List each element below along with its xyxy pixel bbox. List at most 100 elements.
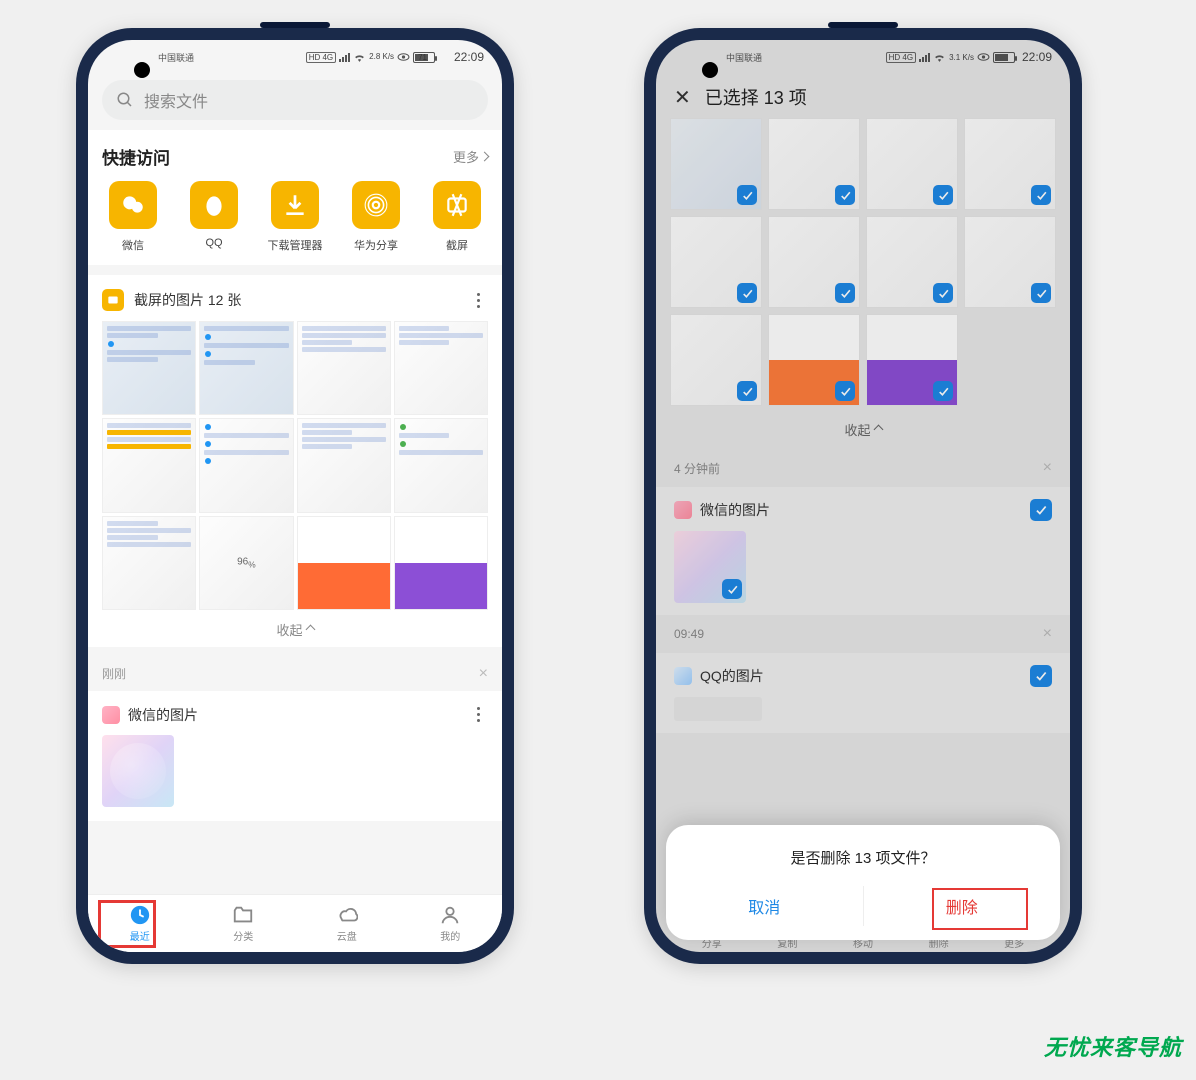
- selection-header: ✕ 已选择 13 项: [656, 74, 1070, 118]
- status-bar: 中国联通 HD 4G 2.8 K/s 71 22:09: [88, 40, 502, 74]
- net-speed: 2.8 K/s: [369, 53, 394, 61]
- screen-right: 中国联通 HD 4G 3.1 K/s 22:09 ✕ 已选择 13 项: [656, 40, 1070, 952]
- thumbnail-grid: 96%: [102, 321, 488, 610]
- thumbnail[interactable]: [102, 418, 196, 512]
- thumbnail-selected[interactable]: [768, 118, 860, 210]
- screenshots-title: 截屏的图片 12 张: [134, 290, 458, 310]
- thumbnail[interactable]: [102, 321, 196, 415]
- thumbnail[interactable]: [674, 697, 762, 721]
- qa-item-wechat[interactable]: 微信: [102, 181, 164, 253]
- bottom-tab-bar: 最近 分类 云盘 我的: [88, 894, 502, 952]
- download-folder-icon: [271, 181, 319, 229]
- net-badge: HD 4G: [306, 52, 336, 63]
- confirm-sheet: 是否删除 13 项文件？ 取消 删除: [666, 825, 1060, 940]
- check-icon: [933, 381, 953, 401]
- check-icon: [835, 185, 855, 205]
- dismiss-icon[interactable]: ×: [1043, 625, 1052, 643]
- camera-hole: [134, 62, 150, 78]
- quick-access-more[interactable]: 更多: [453, 147, 488, 166]
- check-icon: [722, 579, 742, 599]
- tab-recent[interactable]: 最近: [88, 895, 192, 952]
- thumbnail[interactable]: [394, 516, 488, 610]
- thumbnail[interactable]: [297, 516, 391, 610]
- dismiss-icon[interactable]: ×: [479, 665, 488, 683]
- signal-icon: [339, 52, 350, 62]
- share-folder-icon: [352, 181, 400, 229]
- carrier: 中国联通: [726, 51, 762, 64]
- camera-hole: [702, 62, 718, 78]
- thumbnail-selected[interactable]: [866, 118, 958, 210]
- check-icon: [835, 381, 855, 401]
- thumbnail-selected[interactable]: [674, 531, 746, 603]
- wechat-title: 微信的图片: [128, 705, 460, 725]
- speaker-slot: [260, 22, 330, 28]
- wechat-badge-icon: [102, 706, 120, 724]
- qa-item-downloads[interactable]: 下载管理器: [264, 181, 326, 253]
- eye-icon: [397, 52, 410, 62]
- dismiss-icon[interactable]: ×: [1043, 459, 1052, 477]
- selection-grid: [656, 118, 1070, 406]
- thumbnail-selected[interactable]: [866, 216, 958, 308]
- thumbnail[interactable]: [102, 735, 174, 807]
- kebab-menu[interactable]: [468, 707, 488, 722]
- selection-title: 已选择 13 项: [705, 84, 807, 110]
- section-check[interactable]: [1030, 499, 1052, 521]
- collapse-toggle[interactable]: 收起: [102, 610, 488, 639]
- quick-access-title: 快捷访问: [102, 144, 170, 169]
- thumbnail-selected[interactable]: [670, 118, 762, 210]
- thumbnail[interactable]: [199, 321, 293, 415]
- search-input[interactable]: 搜索文件: [102, 80, 488, 120]
- thumbnail[interactable]: [102, 516, 196, 610]
- speaker-slot: [828, 22, 898, 28]
- thumbnail-selected[interactable]: [964, 118, 1056, 210]
- qa-item-qq[interactable]: QQ: [183, 181, 245, 253]
- cancel-button[interactable]: 取消: [666, 886, 864, 926]
- wechat-section: 微信的图片: [656, 487, 1070, 615]
- qq-section: QQ的图片: [656, 653, 1070, 733]
- kebab-menu[interactable]: [468, 293, 488, 308]
- thumbnail[interactable]: [394, 418, 488, 512]
- thumbnail[interactable]: [199, 418, 293, 512]
- thumbnail[interactable]: [297, 418, 391, 512]
- wechat-group: 微信的图片: [88, 691, 502, 821]
- clock: 22:09: [1022, 50, 1052, 64]
- thumbnail-selected[interactable]: [768, 314, 860, 406]
- thumbnail[interactable]: [394, 321, 488, 415]
- check-icon: [835, 283, 855, 303]
- screenshots-group: 截屏的图片 12 张 96% 收起: [88, 275, 502, 647]
- tab-mine[interactable]: 我的: [399, 895, 503, 952]
- status-bar: 中国联通 HD 4G 3.1 K/s 22:09: [656, 40, 1070, 74]
- thumbnail-selected[interactable]: [768, 216, 860, 308]
- wechat-title: 微信的图片: [700, 500, 1022, 520]
- thumbnail[interactable]: 96%: [199, 516, 293, 610]
- thumbnail-selected[interactable]: [670, 216, 762, 308]
- delete-button[interactable]: 删除: [864, 886, 1061, 926]
- close-icon[interactable]: ✕: [674, 85, 691, 110]
- qa-item-huawei-share[interactable]: 华为分享: [345, 181, 407, 253]
- qq-title: QQ的图片: [700, 666, 1022, 686]
- qq-badge-icon: [674, 667, 692, 685]
- wechat-badge-icon: [674, 501, 692, 519]
- screen-left: 中国联通 HD 4G 2.8 K/s 71 22:09 搜索文件 快捷访问 更多: [88, 40, 502, 952]
- net-badge: HD 4G: [886, 52, 916, 63]
- qa-item-screenshots[interactable]: 截屏: [426, 181, 488, 253]
- search-icon: [116, 91, 134, 109]
- thumbnail[interactable]: [297, 321, 391, 415]
- phone-frame-left: 中国联通 HD 4G 2.8 K/s 71 22:09 搜索文件 快捷访问 更多: [76, 28, 514, 964]
- wechat-folder-icon: [109, 181, 157, 229]
- check-icon: [737, 185, 757, 205]
- collapse-toggle[interactable]: 收起: [656, 406, 1070, 449]
- thumbnail-selected[interactable]: [670, 314, 762, 406]
- time-label: 刚刚: [102, 665, 126, 682]
- wifi-icon: [353, 52, 366, 62]
- screenshot-folder-icon: [433, 181, 481, 229]
- thumbnail-selected[interactable]: [866, 314, 958, 406]
- check-icon: [933, 283, 953, 303]
- tab-categories[interactable]: 分类: [192, 895, 296, 952]
- tab-cloud[interactable]: 云盘: [295, 895, 399, 952]
- section-check[interactable]: [1030, 665, 1052, 687]
- signal-icon: [919, 52, 930, 62]
- qq-folder-icon: [190, 181, 238, 229]
- quick-access-section: 快捷访问 更多 微信 QQ 下载管理器: [88, 130, 502, 265]
- thumbnail-selected[interactable]: [964, 216, 1056, 308]
